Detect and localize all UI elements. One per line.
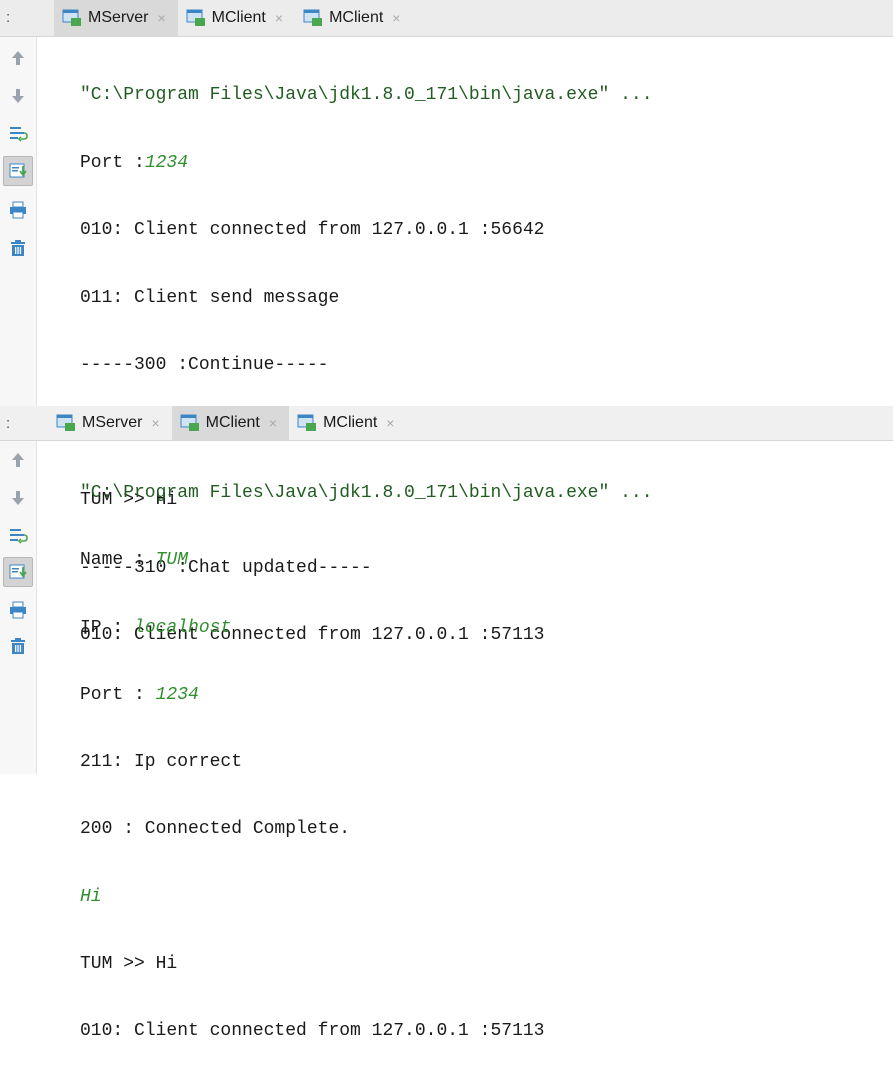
down-arrow-icon[interactable] (3, 81, 33, 111)
scroll-to-end-icon[interactable] (3, 557, 33, 587)
scroll-to-end-icon[interactable] (3, 156, 33, 186)
up-arrow-icon[interactable] (3, 445, 33, 475)
run-config-icon (180, 414, 200, 432)
tab-mclient-1[interactable]: MClient × (178, 0, 295, 36)
console-line: 011: Client send message (80, 287, 340, 308)
tab-mserver[interactable]: MServer × (54, 0, 178, 36)
run-config-icon (303, 9, 323, 27)
tab-label: MClient (329, 9, 384, 26)
trash-icon[interactable] (3, 631, 33, 661)
name-value: TUM (155, 550, 189, 571)
console-command-line: "C:\Program Files\Java\jdk1.8.0_171\bin\… (80, 483, 653, 503)
console-line: Port : 1234 (80, 682, 887, 709)
close-icon[interactable]: × (275, 10, 283, 26)
console-line: 010: Client connected from 127.0.0.1 :56… (80, 220, 545, 240)
close-icon[interactable]: × (386, 415, 394, 431)
close-icon[interactable]: × (151, 415, 159, 431)
ip-label: IP : (80, 617, 135, 638)
console-line: Name : TUM (80, 547, 887, 574)
print-icon[interactable] (3, 195, 33, 225)
run-tabs: MServer × MClient × MClient × (48, 406, 406, 440)
port-value: 1234 (155, 684, 199, 705)
console-line: -----300 :Continue----- (80, 355, 329, 375)
port-label: Port : (80, 152, 145, 173)
tab-mclient-2[interactable]: MClient × (295, 0, 412, 36)
tabbar-prefix: : (6, 415, 11, 432)
up-arrow-icon[interactable] (3, 43, 33, 73)
tab-label: MClient (211, 9, 266, 26)
run-tabs: MServer × MClient × MClient × (54, 0, 412, 36)
name-label: Name : (80, 550, 156, 571)
console-line: 200 : Connected Complete. (80, 819, 351, 840)
console-line: TUM >> Hi (80, 954, 178, 975)
port-label: Port : (80, 684, 156, 705)
tab-mclient-2[interactable]: MClient × (289, 406, 406, 440)
console-line: Port :1234 (80, 150, 887, 178)
server-run-panel: : MServer × MClient × MClient × "C:\Prog… (0, 0, 893, 645)
print-icon[interactable] (3, 595, 33, 625)
console-line: 010: Client connected from 127.0.0.1 :57… (80, 1021, 545, 1042)
run-config-icon (297, 414, 317, 432)
tab-mclient-1[interactable]: MClient × (171, 406, 290, 440)
ip-value: localhost (134, 617, 232, 638)
tab-label: MClient (323, 414, 378, 431)
console-toolbar (0, 441, 37, 774)
run-tab-bar: : MServer × MClient × MClient × (0, 406, 893, 441)
console-line: 211: Ip correct (80, 752, 243, 773)
close-icon[interactable]: × (392, 10, 400, 26)
close-icon[interactable]: × (269, 415, 277, 431)
tab-mserver[interactable]: MServer × (48, 406, 172, 440)
run-config-icon (186, 9, 206, 27)
soft-wrap-icon[interactable] (3, 521, 33, 551)
tab-label: MServer (82, 414, 143, 431)
console-command-line: "C:\Program Files\Java\jdk1.8.0_171\bin\… (80, 85, 653, 105)
console-output[interactable]: "C:\Program Files\Java\jdk1.8.0_171\bin\… (80, 440, 887, 1086)
console-user-input: Hi (80, 886, 102, 907)
soft-wrap-icon[interactable] (3, 119, 33, 149)
console-toolbar (0, 37, 37, 406)
console-line: IP : localhost (80, 615, 887, 642)
run-config-icon (62, 9, 82, 27)
run-tab-bar: : MServer × MClient × MClient × (0, 0, 893, 37)
trash-icon[interactable] (3, 233, 33, 263)
close-icon[interactable]: × (157, 10, 165, 26)
down-arrow-icon[interactable] (3, 483, 33, 513)
tab-label: MServer (88, 9, 149, 26)
tabbar-prefix: : (6, 9, 11, 26)
tab-label: MClient (205, 414, 260, 431)
run-config-icon (56, 414, 76, 432)
client-run-panel: : MServer × MClient × MClient × "C:\Prog… (0, 406, 893, 1041)
port-value: 1234 (144, 152, 189, 173)
